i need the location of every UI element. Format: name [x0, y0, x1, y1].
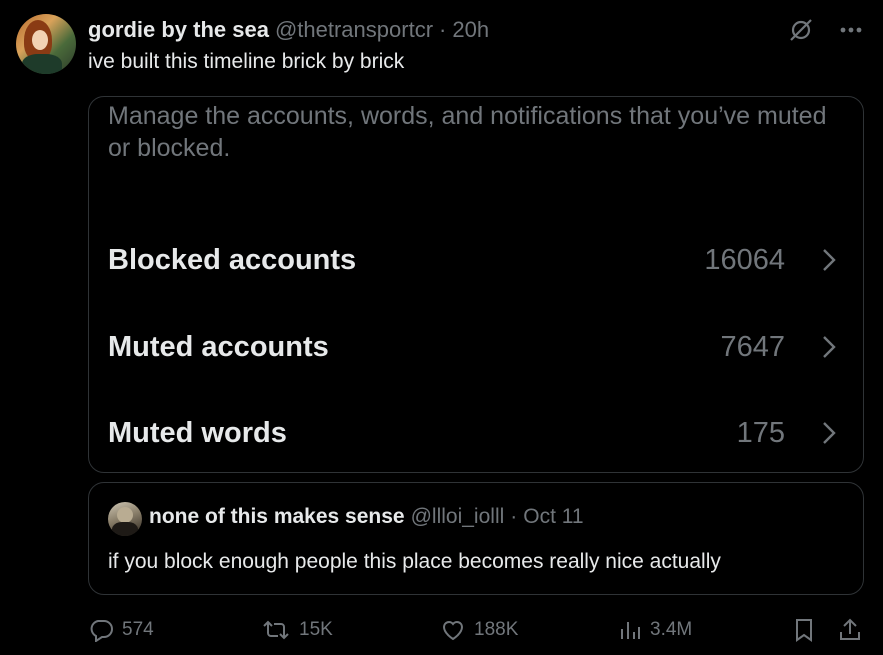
grok-icon[interactable]: [787, 16, 815, 44]
more-icon[interactable]: [837, 16, 865, 44]
quoted-tweet-text: if you block enough people this place be…: [108, 550, 721, 573]
repost-count: 15K: [299, 619, 333, 640]
reply-button[interactable]: 574: [88, 612, 154, 648]
views-button[interactable]: 3.4M: [618, 612, 692, 648]
quoted-timestamp[interactable]: Oct 11: [523, 505, 583, 529]
author-handle[interactable]: @thetransportcr: [275, 17, 433, 43]
tweet-timestamp[interactable]: 20h: [452, 17, 489, 43]
like-count: 188K: [474, 619, 519, 640]
chevron-right-icon: [823, 249, 836, 271]
tweet-top-actions: [787, 16, 865, 44]
row-count: 16064: [704, 244, 785, 276]
share-icon: [840, 618, 860, 640]
settings-screenshot-card[interactable]: Manage the accounts, words, and notifica…: [88, 96, 864, 473]
bookmark-button[interactable]: [792, 612, 816, 648]
tweet-text: ive built this timeline brick by brick: [88, 50, 405, 73]
quoted-tweet-header: none of this makes sense @llloi_iolll · …: [149, 505, 584, 529]
chevron-right-icon: [823, 422, 836, 444]
row-label: Muted accounts: [108, 331, 329, 363]
views-icon: [621, 622, 640, 639]
blocked-accounts-row[interactable]: Blocked accounts 16064: [89, 230, 865, 290]
row-label: Muted words: [108, 417, 287, 449]
header-separator: ·: [439, 17, 447, 42]
author-display-name[interactable]: gordie by the sea: [88, 17, 269, 43]
reply-count: 574: [122, 619, 154, 640]
quoted-tweet[interactable]: none of this makes sense @llloi_iolll · …: [88, 482, 864, 595]
author-avatar[interactable]: [16, 14, 76, 74]
quoted-display-name[interactable]: none of this makes sense: [149, 505, 405, 529]
chevron-right-icon: [823, 336, 836, 358]
card-description: Manage the accounts, words, and notifica…: [108, 102, 827, 162]
reply-icon: [90, 620, 113, 642]
quoted-author-avatar[interactable]: [108, 502, 142, 536]
like-button[interactable]: 188K: [440, 612, 518, 648]
row-count: 175: [736, 417, 785, 449]
row-label: Blocked accounts: [108, 244, 357, 276]
header-separator: ·: [510, 505, 518, 528]
like-icon: [442, 621, 464, 641]
quoted-handle[interactable]: @llloi_iolll: [411, 505, 505, 529]
repost-button[interactable]: 15K: [261, 612, 333, 648]
repost-icon: [263, 620, 289, 640]
row-count: 7647: [720, 331, 785, 363]
bookmark-icon: [796, 619, 812, 642]
tweet-header: gordie by the sea @thetransportcr · 20h: [88, 16, 489, 44]
views-count: 3.4M: [650, 619, 693, 640]
muted-accounts-row[interactable]: Muted accounts 7647: [89, 317, 865, 377]
tweet-action-bar: 574 15K 188K 3.4M: [88, 612, 868, 648]
share-button[interactable]: [838, 612, 862, 648]
muted-words-row[interactable]: Muted words 175: [89, 403, 865, 463]
